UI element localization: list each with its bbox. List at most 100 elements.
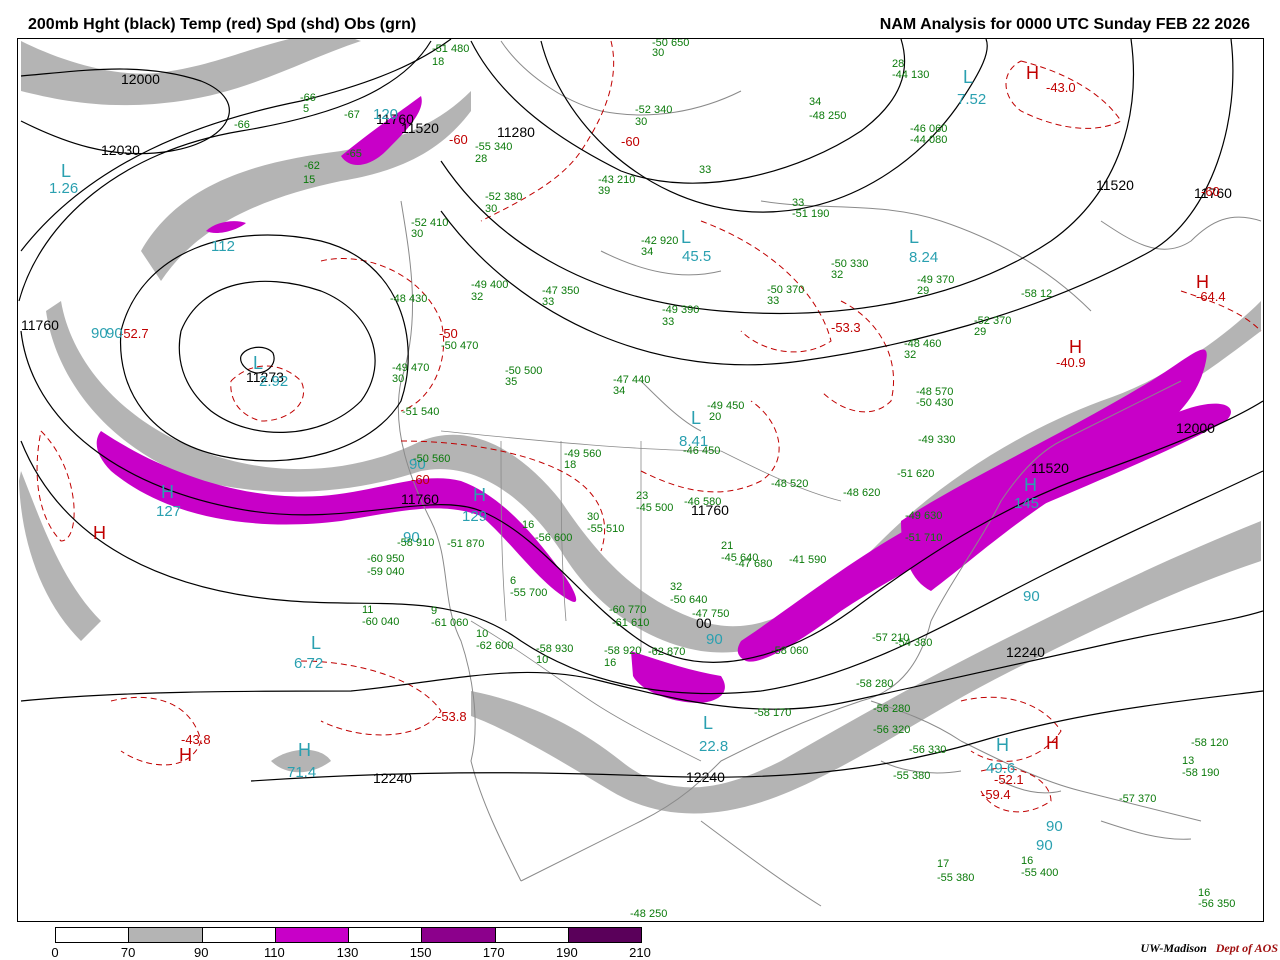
station-observation: 29 <box>917 285 929 297</box>
station-observation: 16 <box>1021 855 1033 867</box>
station-observation: -59 040 <box>367 566 404 578</box>
height-contour-label: 11760 <box>401 491 439 507</box>
height-contour-label: 11760 <box>21 317 59 333</box>
height-contour-label: 11520 <box>1031 460 1069 476</box>
wind-speed-label: 71.4 <box>287 764 316 781</box>
station-observation: -58 910 <box>397 537 434 549</box>
station-observation: -60 950 <box>367 553 404 565</box>
chart-title: 200mb Hght (black) Temp (red) Spd (shd) … <box>28 16 417 33</box>
station-observation: 32 <box>670 581 682 593</box>
speed-band-110-130 <box>631 651 725 703</box>
station-observation: -50 470 <box>441 340 478 352</box>
temperature-contour <box>36 430 75 542</box>
station-observation: 29 <box>974 326 986 338</box>
wind-speed-label: 1.26 <box>49 180 78 197</box>
station-observation: 15 <box>303 174 315 186</box>
station-observation: 30 <box>587 511 599 523</box>
station-observation: 32 <box>831 269 843 281</box>
station-observation: -55 340 <box>475 141 512 153</box>
temperature-contour <box>320 258 445 412</box>
credit-line: UW-Madison Dept of AOS <box>1141 941 1278 956</box>
wind-speed-label: 90 <box>106 325 123 342</box>
station-observation: -51 870 <box>447 538 484 550</box>
height-contour-label: 11520 <box>1096 177 1134 193</box>
station-observation: -49 330 <box>918 434 955 446</box>
station-observation: -58 170 <box>754 707 791 719</box>
temperature-label: -60 <box>621 134 640 149</box>
station-observation: 33 <box>662 316 674 328</box>
wind-speed-label: 49.6 <box>986 760 1015 777</box>
station-observation: -52 340 <box>635 104 672 116</box>
station-observation: 34 <box>809 96 821 108</box>
wind-speed-label: L <box>963 67 973 87</box>
temperature-label: -43.0 <box>1046 80 1076 95</box>
station-observation: -51 190 <box>792 208 829 220</box>
wind-speed-label: 90 <box>1023 588 1040 605</box>
station-observation: 33 <box>699 164 711 176</box>
temperature-label: -59.4 <box>981 787 1011 802</box>
temperature-label: -60 <box>449 132 468 147</box>
station-observation: -49 400 <box>471 279 508 291</box>
station-observation: -60 040 <box>362 616 399 628</box>
legend-tick-label: 150 <box>409 945 432 960</box>
weather-map: 12000 12030 11520 11280 11520 11760 11273 11760… <box>17 38 1264 922</box>
wind-speed-label: 45.5 <box>682 248 711 265</box>
wind-speed-label: 127 <box>156 503 181 520</box>
wind-speed-label: L <box>61 161 71 181</box>
wind-speed-label: 2.92 <box>259 373 288 390</box>
station-observation: -55 380 <box>937 872 974 884</box>
temperature-label: -60 <box>1201 184 1220 199</box>
station-observation: -51 480 <box>432 43 469 55</box>
station-observation: 17 <box>937 858 949 870</box>
station-observation: 30 <box>652 47 664 59</box>
station-observation: -60 770 <box>609 604 646 616</box>
station-observation: 34 <box>641 246 653 258</box>
station-observation: -48 620 <box>843 487 880 499</box>
legend-swatch <box>202 928 276 942</box>
station-observation: -51 620 <box>897 468 934 480</box>
station-observation: 11 <box>362 604 373 616</box>
station-observation: 13 <box>1182 755 1194 767</box>
station-observation: -44 130 <box>892 69 929 81</box>
height-contour-label: 11280 <box>497 124 535 140</box>
legend-tick-label: 90 <box>194 945 209 960</box>
legend-tick-label: 170 <box>482 945 505 960</box>
station-observation: 23 <box>636 490 648 502</box>
legend-swatch <box>56 928 130 942</box>
station-observation: -58 060 <box>771 645 808 657</box>
wind-speed-label: 90 <box>1036 837 1053 854</box>
coastline <box>500 40 742 116</box>
wind-speed-label: H <box>996 735 1009 755</box>
wind-speed-label: L <box>691 408 701 428</box>
legend-tick-label: 130 <box>336 945 359 960</box>
temperature-label: -52.7 <box>119 326 149 341</box>
legend-swatch <box>129 928 203 942</box>
legend-tick-label: 70 <box>120 945 136 960</box>
legend-swatch <box>275 928 349 942</box>
station-observation: 10 <box>536 654 548 666</box>
temperature-label: -64.4 <box>1196 289 1226 304</box>
station-observation: 30 <box>411 228 423 240</box>
station-observation: -49 390 <box>662 304 699 316</box>
station-observation: 34 <box>613 385 625 397</box>
temperature-label: H <box>93 523 106 543</box>
station-observation: 18 <box>564 459 576 471</box>
station-observation: 30 <box>485 203 497 215</box>
station-observation: -56 350 <box>1198 898 1235 910</box>
station-observation: -55 400 <box>1021 867 1058 879</box>
station-observation: -61 610 <box>612 617 649 629</box>
wind-speed-label: H <box>1024 475 1037 495</box>
station-observation: -66 <box>234 119 250 131</box>
station-observation: -46 580 <box>684 496 721 508</box>
coastline <box>1100 216 1262 250</box>
station-observation: -48 250 <box>809 110 846 122</box>
station-observation: -65 <box>346 148 362 160</box>
station-observation: 20 <box>709 411 721 423</box>
analysis-time-title: NAM Analysis for 0000 UTC Sunday FEB 22 … <box>879 16 1250 33</box>
station-observation: 30 <box>392 373 404 385</box>
legend-tick-label: 110 <box>264 945 285 960</box>
temperature-label: -53.8 <box>437 709 467 724</box>
temperature-contour <box>300 660 442 736</box>
temperature-label: -60 <box>411 472 430 487</box>
wind-speed-label: 6.72 <box>294 655 323 672</box>
